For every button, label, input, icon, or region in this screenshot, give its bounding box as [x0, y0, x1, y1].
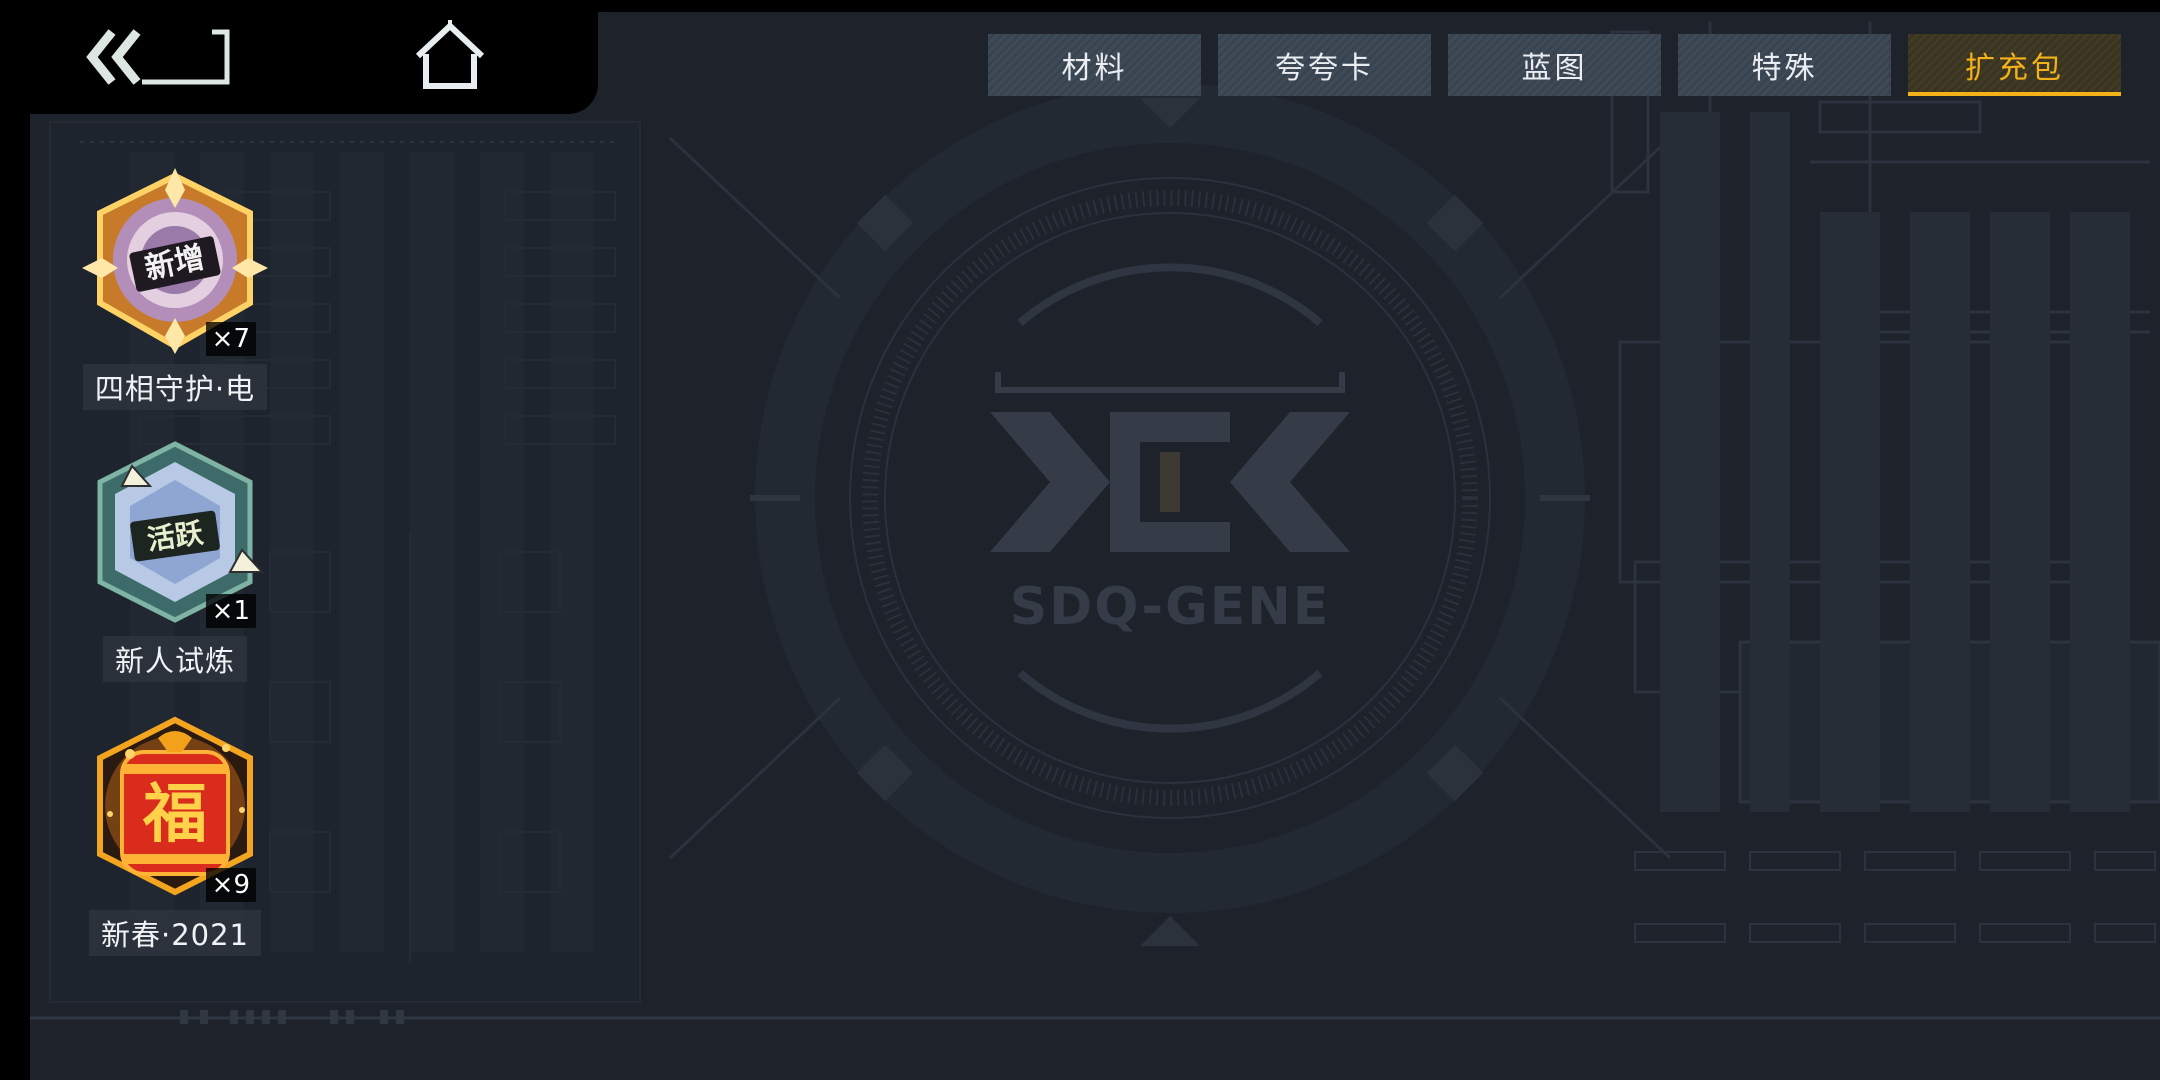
- background-decoration: SDQ-GENE: [30, 22, 2160, 1024]
- svg-text:福: 福: [142, 777, 207, 852]
- item-icon: 福 ×9: [70, 714, 280, 904]
- list-item[interactable]: 活跃 ×1 新人试炼: [70, 440, 280, 682]
- tab-blueprints[interactable]: 蓝图: [1448, 34, 1661, 96]
- home-icon: [415, 20, 485, 89]
- background-panel: SDQ-GENE: [30, 12, 2160, 1080]
- category-tabs: 材料 夸夸卡 蓝图 特殊 扩充包: [988, 34, 2121, 96]
- home-button[interactable]: [412, 20, 488, 92]
- xdx-logo-icon: [990, 372, 1350, 552]
- item-icon: 新增 ×7: [70, 168, 280, 358]
- double-chevron-left-icon: [86, 29, 230, 85]
- item-count: ×7: [205, 322, 256, 356]
- list-item[interactable]: 新增 ×7 四相守护·电: [70, 168, 280, 410]
- logo-text: SDQ-GENE: [1010, 577, 1331, 637]
- top-nav-bar: [0, 0, 598, 114]
- back-button[interactable]: [82, 22, 242, 92]
- item-count: ×9: [205, 868, 256, 902]
- item-icon: 活跃 ×1: [70, 440, 280, 630]
- item-count: ×1: [205, 594, 256, 628]
- tab-expansion-packs[interactable]: 扩充包: [1908, 34, 2121, 96]
- item-name: 四相守护·电: [70, 364, 280, 410]
- item-name: 新人试炼: [70, 636, 280, 682]
- item-name: 新春·2021: [70, 910, 280, 956]
- tab-praise-cards[interactable]: 夸夸卡: [1218, 34, 1431, 96]
- list-item[interactable]: 福 ×9 新春·2021: [70, 714, 280, 956]
- tab-special[interactable]: 特殊: [1678, 34, 1891, 96]
- tab-materials[interactable]: 材料: [988, 34, 1201, 96]
